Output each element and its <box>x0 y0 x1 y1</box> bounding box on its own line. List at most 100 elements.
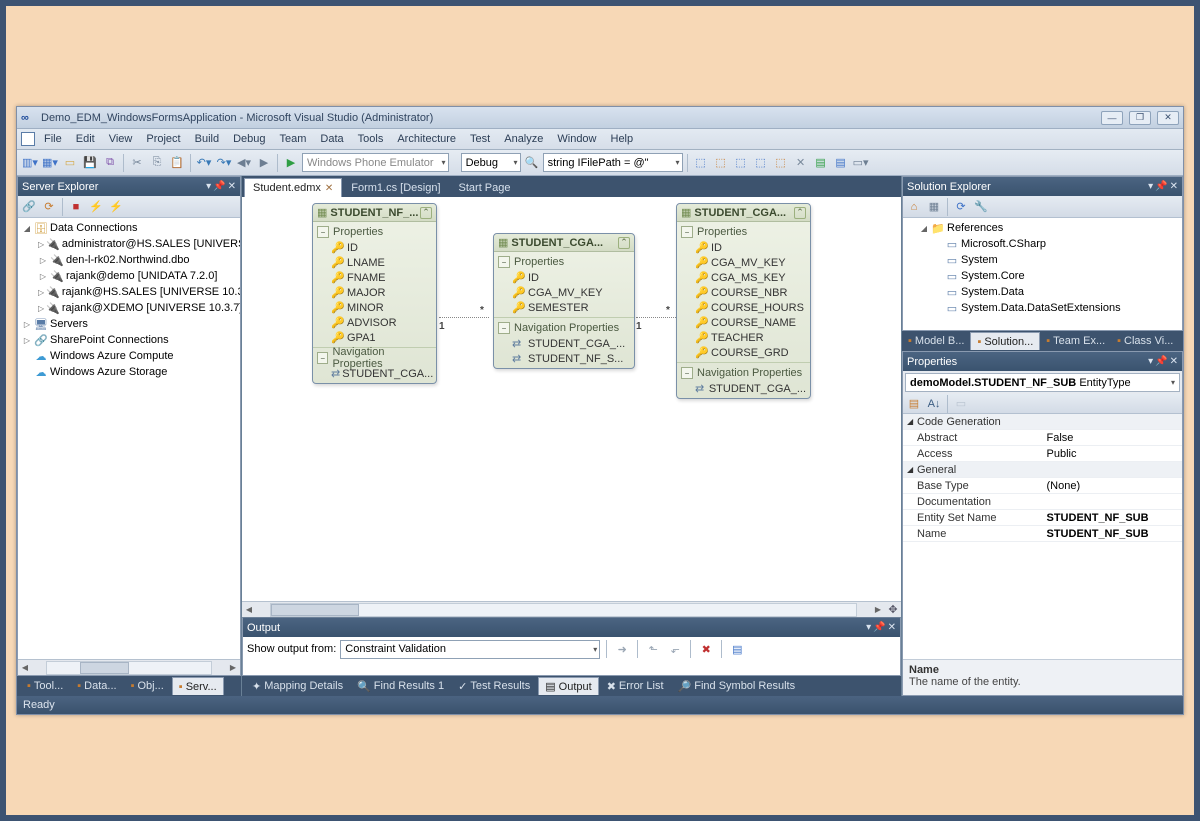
reference-node[interactable]: ▭Microsoft.CSharp <box>903 236 1182 252</box>
nav-fwd-icon[interactable]: ▶ <box>255 154 273 172</box>
categorized-icon[interactable]: ▤ <box>905 395 923 413</box>
connection-node[interactable]: ▷🔌den-l-rk02.Northwind.dbo <box>18 252 240 268</box>
entity-property[interactable]: 🔑MINOR <box>317 300 432 315</box>
menu-edit[interactable]: Edit <box>69 131 102 147</box>
next-icon[interactable]: ⬐ <box>666 640 684 658</box>
solution-tree[interactable]: ◢📁 References ▭Microsoft.CSharp▭System▭S… <box>903 218 1182 330</box>
menu-window[interactable]: Window <box>550 131 603 147</box>
pin-icon[interactable]: 📌 <box>1155 181 1167 192</box>
undo-icon[interactable]: ↶▾ <box>195 154 213 172</box>
menu-project[interactable]: Project <box>139 131 187 147</box>
menu-test[interactable]: Test <box>463 131 497 147</box>
pan-icon[interactable]: ✥ <box>885 603 901 616</box>
properties-object-combo[interactable]: demoModel.STUDENT_NF_SUB EntityType <box>905 373 1180 392</box>
minimize-button[interactable]: — <box>1101 111 1123 125</box>
entity-property[interactable]: 🔑ID <box>681 240 806 255</box>
menu-data[interactable]: Data <box>313 131 350 147</box>
tb-icon-3[interactable]: ⬚ <box>732 154 750 172</box>
azure-compute-node[interactable]: ☁ Windows Azure Compute <box>18 348 240 364</box>
designer-hscroll[interactable]: ◀ ▶ ✥ <box>242 601 901 617</box>
menu-analyze[interactable]: Analyze <box>497 131 550 147</box>
entity-property[interactable]: 🔑GPA1 <box>317 330 432 345</box>
pin-icon[interactable]: 📌 <box>1155 356 1167 367</box>
property-pages-icon[interactable]: ▭ <box>952 395 970 413</box>
nav-property[interactable]: ⇄STUDENT_CGA_... <box>498 336 630 351</box>
nav-back-icon[interactable]: ◀▾ <box>235 154 253 172</box>
sharepoint-node[interactable]: ▷🔗 SharePoint Connections <box>18 332 240 348</box>
right-tab[interactable]: ▪Class Vi... <box>1111 332 1179 350</box>
document-tab[interactable]: Start Page <box>450 178 520 197</box>
new-project-icon[interactable]: ▥▾ <box>21 154 39 172</box>
nav-property[interactable]: ⇄STUDENT_CGA_... <box>681 381 806 396</box>
data-connections-node[interactable]: ◢🗄 Data Connections <box>18 220 240 236</box>
menu-view[interactable]: View <box>102 131 140 147</box>
cut-icon[interactable]: ✂ <box>128 154 146 172</box>
pin-icon[interactable]: 📌 <box>213 181 225 192</box>
entity-property[interactable]: 🔑ID <box>317 240 432 255</box>
bottom-tab[interactable]: ✓Test Results <box>452 677 536 695</box>
bottom-tab[interactable]: 🔍Find Results 1 <box>351 677 450 695</box>
property-row[interactable]: Entity Set NameSTUDENT_NF_SUB <box>903 510 1182 526</box>
reference-node[interactable]: ▭System.Core <box>903 268 1182 284</box>
pin-icon[interactable]: 📌 <box>873 622 885 633</box>
close-panel-icon[interactable]: ✕ <box>888 622 896 633</box>
entity-property[interactable]: 🔑TEACHER <box>681 330 806 345</box>
reference-node[interactable]: ▭System.Data.DataSetExtensions <box>903 300 1182 316</box>
tb-icon-1[interactable]: ⬚ <box>692 154 710 172</box>
tb-icon-5[interactable]: ⬚ <box>772 154 790 172</box>
menu-team[interactable]: Team <box>273 131 314 147</box>
find-icon[interactable]: 🔍 <box>523 154 541 172</box>
connection-node[interactable]: ▷🔌administrator@HS.SALES [UNIVERSE <box>18 236 240 252</box>
maximize-button[interactable]: ❐ <box>1129 111 1151 125</box>
tb-icon-8[interactable]: ▤ <box>832 154 850 172</box>
document-tab[interactable]: Student.edmx✕ <box>244 178 342 197</box>
entity-property[interactable]: 🔑ADVISOR <box>317 315 432 330</box>
redo-icon[interactable]: ↷▾ <box>215 154 233 172</box>
connection-node[interactable]: ▷🔌rajank@XDEMO [UNIVERSE 10.3.7] <box>18 300 240 316</box>
prev-icon[interactable]: ⬑ <box>644 640 662 658</box>
connection-node[interactable]: ▷🔌rajank@HS.SALES [UNIVERSE 10.3.7 <box>18 284 240 300</box>
properties-icon[interactable]: 🔧 <box>972 198 990 216</box>
left-tab[interactable]: ▪Obj... <box>125 677 170 695</box>
dropdown-icon[interactable]: ▾ <box>1148 181 1153 192</box>
dropdown-icon[interactable]: ▾ <box>866 622 871 633</box>
bottom-tab[interactable]: ▤Output <box>538 677 598 695</box>
tb-icon-7[interactable]: ▤ <box>812 154 830 172</box>
entity-property[interactable]: 🔑COURSE_NBR <box>681 285 806 300</box>
entity-property[interactable]: 🔑COURSE_HOURS <box>681 300 806 315</box>
nav-property[interactable]: ⇄STUDENT_CGA... <box>317 366 432 381</box>
clear-icon[interactable]: ✖ <box>697 640 715 658</box>
home-icon[interactable]: ⌂ <box>905 198 923 216</box>
bottom-tab[interactable]: 🔎Find Symbol Results <box>672 677 802 695</box>
goto-icon[interactable]: ➜ <box>613 640 631 658</box>
entity-box[interactable]: ▦STUDENT_CGA...⌃−Properties🔑ID🔑CGA_MV_KE… <box>676 203 811 399</box>
stop-icon[interactable]: ■ <box>67 198 85 216</box>
device-target-combo[interactable]: Windows Phone Emulator <box>302 153 449 172</box>
menu-help[interactable]: Help <box>604 131 641 147</box>
bottom-tab[interactable]: ✦Mapping Details <box>246 677 349 695</box>
server-explorer-tree[interactable]: ◢🗄 Data Connections ▷🔌administrator@HS.S… <box>18 218 240 659</box>
properties-grid[interactable]: ◢ Code GenerationAbstractFalseAccessPubl… <box>903 414 1182 659</box>
menu-file[interactable]: File <box>37 131 69 147</box>
reference-node[interactable]: ▭System.Data <box>903 284 1182 300</box>
refresh-icon[interactable]: ⟳ <box>40 198 58 216</box>
connection-node[interactable]: ▷🔌rajank@demo [UNIDATA 7.2.0] <box>18 268 240 284</box>
nav-property[interactable]: ⇄STUDENT_NF_S... <box>498 351 630 366</box>
alphabetical-icon[interactable]: A↓ <box>925 395 943 413</box>
entity-property[interactable]: 🔑CGA_MV_KEY <box>681 255 806 270</box>
tb-icon-4[interactable]: ⬚ <box>752 154 770 172</box>
dropdown-icon[interactable]: ▾ <box>1148 356 1153 367</box>
close-panel-icon[interactable]: ✕ <box>1170 181 1178 192</box>
menu-build[interactable]: Build <box>188 131 226 147</box>
menu-debug[interactable]: Debug <box>226 131 272 147</box>
right-tab[interactable]: ▪Team Ex... <box>1040 332 1111 350</box>
entity-property[interactable]: 🔑LNAME <box>317 255 432 270</box>
entity-property[interactable]: 🔑CGA_MV_KEY <box>498 285 630 300</box>
entity-property[interactable]: 🔑COURSE_NAME <box>681 315 806 330</box>
server-explorer-hscroll[interactable]: ◀ ▶ <box>18 659 240 675</box>
document-tab[interactable]: Form1.cs [Design] <box>342 178 449 197</box>
property-row[interactable]: Documentation <box>903 494 1182 510</box>
edmx-designer[interactable]: 1 * 1 * ▦STUDENT_NF_...⌃−Properties🔑ID🔑L… <box>242 197 901 601</box>
tb-icon-9[interactable]: ▭▾ <box>852 154 870 172</box>
dropdown-icon[interactable]: ▾ <box>206 181 211 192</box>
